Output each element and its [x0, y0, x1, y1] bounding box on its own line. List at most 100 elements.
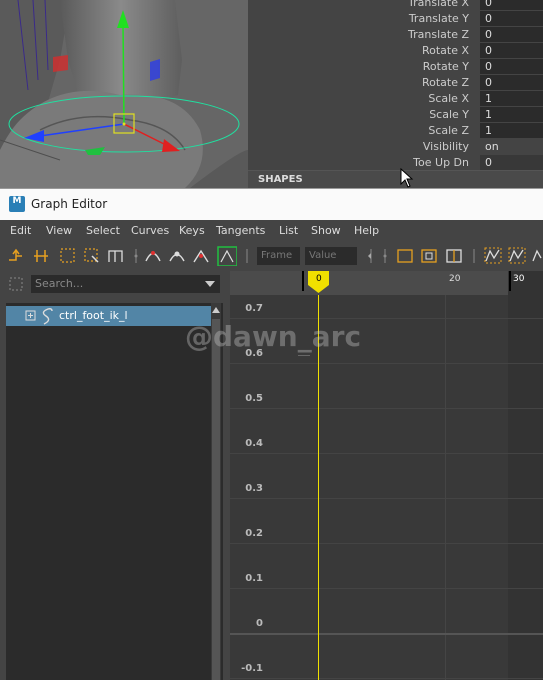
frame-playback-icon[interactable]: [444, 246, 464, 266]
outliner-item-ctrl-foot-ik-l[interactable]: ctrl_foot_ik_l: [6, 306, 211, 326]
grid-line: [230, 678, 543, 679]
outliner-scrollbar[interactable]: [211, 303, 221, 680]
menu-keys[interactable]: Keys: [179, 224, 205, 237]
attr-label: Rotate Y: [422, 60, 469, 73]
mouse-cursor-icon: [400, 168, 414, 188]
retime-tool-icon[interactable]: [106, 246, 126, 266]
attr-value-field[interactable]: 1: [480, 107, 543, 122]
watermark: @dawn_arc: [185, 320, 362, 353]
grid-line: [230, 363, 543, 364]
y-axis-label: 0.4: [245, 438, 263, 449]
menu-curves[interactable]: Curves: [131, 224, 169, 237]
attr-value-field[interactable]: 1: [480, 91, 543, 106]
menu-help[interactable]: Help: [354, 224, 379, 237]
grid-line: [230, 543, 543, 544]
y-axis-label: 0.7: [245, 303, 263, 314]
attr-label: Scale Y: [429, 108, 469, 121]
region-tool-icon[interactable]: [82, 246, 102, 266]
attr-row-scale-x[interactable]: Scale X 1: [248, 91, 543, 107]
attr-row-scale-z[interactable]: Scale Z 1: [248, 123, 543, 139]
linear-tangent-icon[interactable]: [217, 246, 237, 266]
attr-row-visibility[interactable]: Visibility on: [248, 139, 543, 155]
y-axis-label: 0.5: [245, 393, 263, 404]
shapes-label: SHAPES: [258, 174, 303, 185]
attr-value-field[interactable]: 0: [480, 75, 543, 90]
menu-bar: Edit View Select Curves Keys Tangents Li…: [0, 221, 543, 241]
attr-row-rotate-y[interactable]: Rotate Y 0: [248, 59, 543, 75]
outliner-item-label: ctrl_foot_ik_l: [59, 309, 128, 322]
attr-value-field[interactable]: 0: [480, 0, 543, 10]
grid-line: [230, 453, 543, 454]
attr-value-field[interactable]: 0: [480, 43, 543, 58]
attr-label: Translate Y: [408, 12, 469, 25]
frame-field[interactable]: Frame: [257, 247, 300, 265]
y-axis-label: 0.2: [245, 528, 263, 539]
move-key-icon[interactable]: [6, 246, 26, 266]
grid-line: [230, 588, 543, 589]
frame-selection-icon[interactable]: [419, 246, 439, 266]
menu-list[interactable]: List: [279, 224, 298, 237]
curve-segment[interactable]: [298, 355, 310, 356]
channel-box: Translate X 0 Translate Y 0 Translate Z …: [248, 0, 543, 188]
attr-value-field[interactable]: 0: [480, 155, 543, 170]
menu-tangents[interactable]: Tangents: [216, 224, 265, 237]
viewport-scene: [0, 0, 248, 188]
attr-row-translate-x[interactable]: Translate X 0: [248, 0, 543, 11]
outliner-filter-icon[interactable]: [9, 277, 23, 291]
search-input[interactable]: Search...: [31, 275, 220, 293]
attr-row-translate-z[interactable]: Translate Z 0: [248, 27, 543, 43]
attr-label: Scale X: [428, 92, 469, 105]
menu-view[interactable]: View: [46, 224, 72, 237]
value-field[interactable]: Value: [305, 247, 357, 265]
lattice-icon[interactable]: [58, 246, 78, 266]
attr-row-scale-y[interactable]: Scale Y 1: [248, 107, 543, 123]
grid-line-zero: [230, 633, 543, 635]
grid-line-frame-20: [445, 295, 446, 680]
attr-label: Scale Z: [428, 124, 469, 137]
separator-icon: [383, 249, 387, 263]
current-frame-label: 0: [316, 274, 322, 284]
normalize-icon[interactable]: [483, 246, 503, 266]
attr-label: Rotate Z: [421, 76, 469, 89]
attr-value-field[interactable]: 0: [480, 59, 543, 74]
menu-select[interactable]: Select: [86, 224, 120, 237]
shapes-section-header[interactable]: SHAPES: [248, 170, 543, 188]
attr-value-field[interactable]: 0: [480, 11, 543, 26]
attr-row-rotate-x[interactable]: Rotate X 0: [248, 43, 543, 59]
scrollbar-thumb[interactable]: [212, 319, 220, 680]
grid-line: [230, 318, 543, 319]
grid-line: [230, 498, 543, 499]
scroll-up-icon[interactable]: [212, 306, 220, 314]
frame-all-icon[interactable]: [395, 246, 415, 266]
time-ruler[interactable]: 20 30: [230, 271, 543, 295]
attr-label: Visibility: [422, 140, 469, 153]
window-title: Graph Editor: [31, 197, 108, 211]
chevron-down-icon[interactable]: [205, 281, 215, 287]
attr-row-toe-up-dn[interactable]: Toe Up Dn 0: [248, 155, 543, 171]
denormalize-icon[interactable]: [507, 246, 527, 266]
outliner-list[interactable]: ctrl_foot_ik_l: [6, 303, 223, 680]
curve-icon[interactable]: [530, 246, 543, 266]
timeline-label-20: 20: [449, 274, 461, 284]
graph-editor-titlebar[interactable]: M Graph Editor: [0, 188, 543, 220]
y-axis-label: 0: [256, 618, 263, 629]
attr-label: Toe Up Dn: [413, 156, 469, 169]
auto-tangent-icon[interactable]: [144, 246, 164, 266]
attr-value-field[interactable]: 1: [480, 123, 543, 138]
expand-icon[interactable]: [25, 310, 37, 322]
attr-label: Translate X: [408, 0, 469, 9]
grid-line: [230, 408, 543, 409]
nurbs-curve-icon: [42, 308, 53, 325]
attr-row-translate-y[interactable]: Translate Y 0: [248, 11, 543, 27]
timeline-label-30: 30: [513, 274, 525, 284]
attr-value-field[interactable]: on: [480, 139, 543, 154]
viewport-3d[interactable]: [0, 0, 248, 188]
clamped-tangent-icon[interactable]: [192, 246, 212, 266]
attr-row-rotate-z[interactable]: Rotate Z 0: [248, 75, 543, 91]
attr-value-field[interactable]: 0: [480, 27, 543, 42]
insert-key-icon[interactable]: [32, 246, 52, 266]
spline-tangent-icon[interactable]: [168, 246, 188, 266]
attr-label: Translate Z: [408, 28, 469, 41]
menu-edit[interactable]: Edit: [10, 224, 31, 237]
menu-show[interactable]: Show: [311, 224, 341, 237]
